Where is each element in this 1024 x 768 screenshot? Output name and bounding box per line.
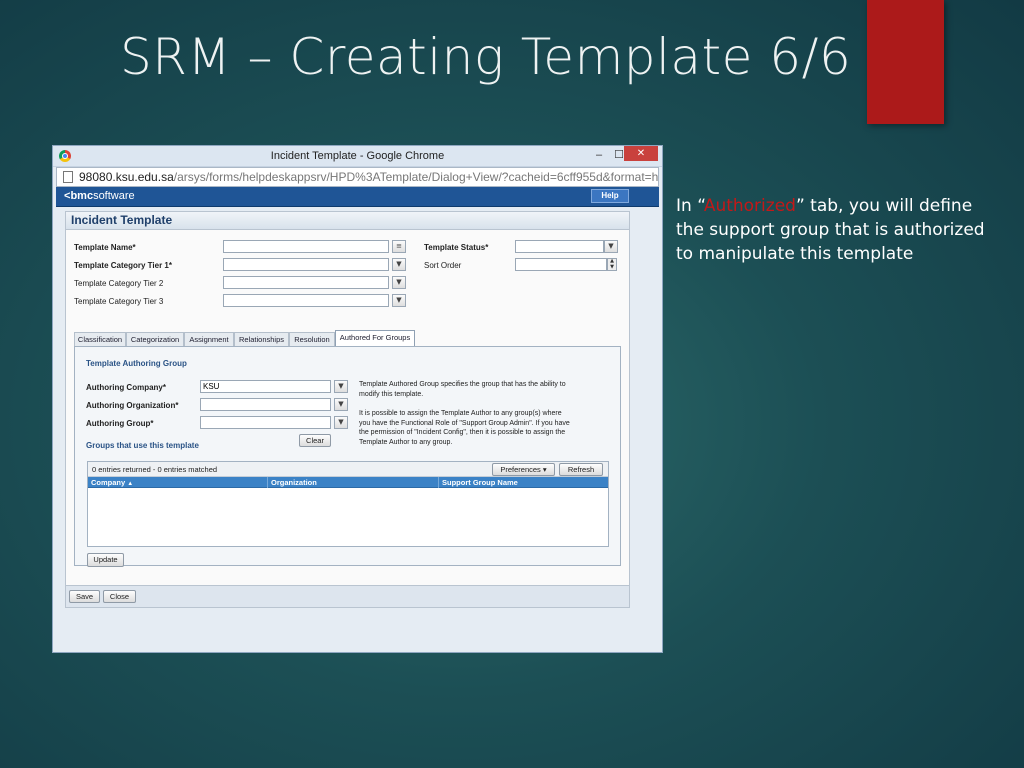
category-tier1-input[interactable]: [223, 258, 389, 271]
authoring-company-dropdown[interactable]: ▼: [334, 380, 348, 393]
authoring-organization-dropdown[interactable]: ▼: [334, 398, 348, 411]
logo-bmc: bmc: [70, 190, 94, 202]
sort-order-input[interactable]: [515, 258, 607, 271]
template-status-select[interactable]: [515, 240, 604, 253]
category-tier3-label: Template Category Tier 3: [74, 297, 164, 306]
category-tier3-dropdown[interactable]: ▼: [392, 294, 406, 307]
sort-ascending-icon: ▲: [127, 481, 134, 487]
column-company-label: Company: [91, 478, 126, 487]
panel-title: Incident Template: [66, 212, 629, 230]
bmc-header-bar: <bmcsoftware Help: [56, 187, 659, 207]
red-accent-block: [867, 0, 944, 124]
authoring-group-label: Authoring Group*: [86, 419, 154, 428]
incident-template-panel: Incident Template Template Name* ≡ Templ…: [65, 211, 630, 608]
tab-classification[interactable]: Classification: [74, 332, 126, 346]
category-tier1-dropdown[interactable]: ▼: [392, 258, 406, 271]
category-tier2-input[interactable]: [223, 276, 389, 289]
category-tier2-label: Template Category Tier 2: [74, 279, 164, 288]
authoring-organization-input[interactable]: [200, 398, 331, 411]
sort-order-spinner[interactable]: ▲ ▼: [607, 258, 617, 271]
refresh-button[interactable]: Refresh: [559, 463, 603, 476]
preferences-button[interactable]: Preferences ▾: [492, 463, 555, 476]
category-tier2-dropdown[interactable]: ▼: [392, 276, 406, 289]
entries-count: 0 entries returned - 0 entries matched: [92, 465, 218, 474]
browser-window: Incident Template - Google Chrome – ☐ ✕ …: [52, 145, 663, 653]
slide-title: SRM – Creating Template 6/6: [120, 28, 852, 86]
tab-assignment[interactable]: Assignment: [184, 332, 234, 346]
window-titlebar: Incident Template - Google Chrome – ☐ ✕: [53, 146, 662, 167]
authoring-group-section-title: Template Authoring Group: [86, 359, 187, 368]
tab-resolution[interactable]: Resolution: [289, 332, 335, 346]
category-tier1-label: Template Category Tier 1*: [74, 261, 172, 270]
window-title: Incident Template - Google Chrome: [270, 150, 445, 162]
template-status-dropdown[interactable]: ▼: [604, 240, 618, 253]
logo-software: software: [93, 190, 135, 202]
dialog-footer: Save Close: [66, 585, 629, 607]
close-button[interactable]: Close: [103, 590, 136, 603]
update-button[interactable]: Update: [87, 553, 124, 567]
clear-button[interactable]: Clear: [299, 434, 331, 447]
minimize-button[interactable]: –: [590, 148, 608, 162]
address-bar[interactable]: 98080.ksu.edu.sa/arsys/forms/helpdeskapp…: [56, 167, 659, 187]
tab-categorization[interactable]: Categorization: [126, 332, 184, 346]
tab-authored-for-groups[interactable]: Authored For Groups: [335, 330, 415, 346]
authoring-company-label: Authoring Company*: [86, 383, 166, 392]
table-toolbar: 0 entries returned - 0 entries matched P…: [88, 462, 608, 477]
table-header: Company ▲ Organization Support Group Nam…: [88, 477, 608, 488]
template-name-input[interactable]: [223, 240, 389, 253]
address-host: 98080.ksu.edu.sa: [79, 170, 174, 184]
address-path: /arsys/forms/helpdeskappsrv/HPD%3ATempla…: [173, 170, 659, 184]
bmc-logo: <bmcsoftware: [64, 190, 135, 202]
slide-caption: In “Authorized” tab, you will define the…: [676, 194, 996, 266]
authored-group-help-text: Template Authored Group specifies the gr…: [359, 381, 566, 398]
column-support-group-name[interactable]: Support Group Name: [439, 477, 608, 488]
close-window-button[interactable]: ✕: [624, 146, 658, 161]
template-name-label: Template Name*: [74, 243, 136, 252]
save-button[interactable]: Save: [69, 590, 100, 603]
groups-table: 0 entries returned - 0 entries matched P…: [87, 461, 609, 547]
tab-relationships[interactable]: Relationships: [234, 332, 289, 346]
column-organization[interactable]: Organization: [268, 477, 439, 488]
authoring-group-dropdown[interactable]: ▼: [334, 416, 348, 429]
page-icon: [63, 171, 73, 183]
groups-using-template-title: Groups that use this template: [86, 441, 199, 450]
assign-author-help-text: It is possible to assign the Template Au…: [359, 410, 570, 446]
column-company[interactable]: Company ▲: [88, 477, 268, 488]
authoring-company-input[interactable]: KSU: [200, 380, 331, 393]
category-tier3-input[interactable]: [223, 294, 389, 307]
caption-pre: In “: [676, 196, 704, 216]
template-name-menu-button[interactable]: ≡: [392, 240, 406, 253]
authoring-group-input[interactable]: [200, 416, 331, 429]
authoring-organization-label: Authoring Organization*: [86, 401, 179, 410]
authored-groups-panel: Template Authoring Group Authoring Compa…: [74, 346, 621, 567]
panel-body: Template Name* ≡ Template Status* ▼ Temp…: [66, 230, 629, 607]
help-button[interactable]: Help: [591, 189, 629, 203]
template-status-label: Template Status*: [424, 243, 489, 252]
sort-order-label: Sort Order: [424, 261, 462, 270]
caption-highlight: Authorized: [703, 196, 796, 216]
